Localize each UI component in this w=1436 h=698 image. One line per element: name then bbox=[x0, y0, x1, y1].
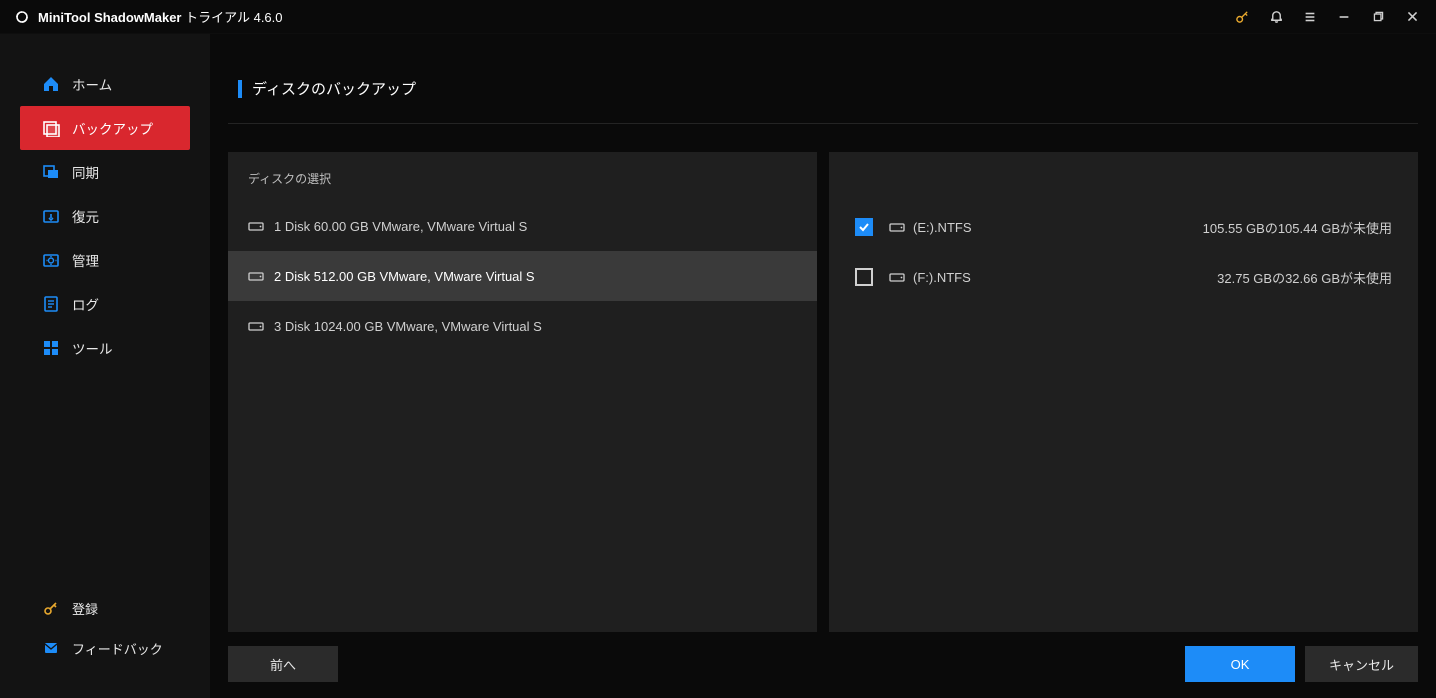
title-bar: MiniTool ShadowMaker トライアル 4.6.0 bbox=[0, 0, 1436, 34]
header-divider bbox=[228, 123, 1418, 124]
app-title-bold: MiniTool ShadowMaker bbox=[38, 10, 182, 25]
sidebar-item-restore[interactable]: 復元 bbox=[20, 194, 190, 238]
partition-checkbox[interactable] bbox=[855, 218, 873, 236]
disk-list-panel: ディスクの選択 1 Disk 60.00 GB VMware, VMware V… bbox=[228, 152, 817, 632]
hard-disk-icon bbox=[889, 271, 905, 283]
sync-icon bbox=[42, 163, 60, 181]
log-icon bbox=[42, 295, 60, 313]
backup-icon bbox=[42, 119, 60, 137]
header-accent-bar bbox=[238, 80, 242, 98]
sidebar-item-sync[interactable]: 同期 bbox=[20, 150, 190, 194]
home-icon bbox=[42, 75, 60, 93]
partition-status: 105.55 GBの105.44 GBが未使用 bbox=[1203, 218, 1392, 237]
sidebar-item-label: ログ bbox=[72, 294, 99, 314]
tools-icon bbox=[42, 339, 60, 357]
restore-icon bbox=[42, 207, 60, 225]
page-header: ディスクのバックアップ bbox=[238, 78, 1418, 99]
disk-row[interactable]: 2 Disk 512.00 GB VMware, VMware Virtual … bbox=[228, 251, 817, 301]
manage-icon bbox=[42, 251, 60, 269]
sidebar-item-backup[interactable]: バックアップ bbox=[20, 106, 190, 150]
footer-bar: 前へ OK キャンセル bbox=[228, 646, 1418, 686]
disk-label: 1 Disk 60.00 GB VMware, VMware Virtual S bbox=[274, 219, 527, 234]
sidebar-item-label: フィードバック bbox=[72, 639, 163, 658]
sidebar-item-label: 復元 bbox=[72, 206, 99, 226]
sidebar-item-log[interactable]: ログ bbox=[20, 282, 190, 326]
partition-row[interactable]: (E:).NTFS 105.55 GBの105.44 GBが未使用 bbox=[829, 202, 1418, 252]
sidebar: ホームバックアップ同期復元管理ログツール 登録フィードバック bbox=[0, 34, 210, 698]
partition-label: (E:).NTFS bbox=[913, 220, 972, 235]
disk-row[interactable]: 3 Disk 1024.00 GB VMware, VMware Virtual… bbox=[228, 301, 817, 351]
register-icon bbox=[42, 599, 60, 617]
cancel-button[interactable]: キャンセル bbox=[1305, 646, 1418, 682]
sidebar-item-label: ホーム bbox=[72, 74, 112, 94]
close-button[interactable] bbox=[1398, 3, 1426, 31]
disk-list-header: ディスクの選択 bbox=[228, 152, 817, 201]
disk-row[interactable]: 1 Disk 60.00 GB VMware, VMware Virtual S bbox=[228, 201, 817, 251]
sidebar-item-label: バックアップ bbox=[72, 118, 153, 138]
partition-status: 32.75 GBの32.66 GBが未使用 bbox=[1217, 268, 1392, 287]
sidebar-item-label: 登録 bbox=[72, 599, 98, 618]
notification-icon[interactable] bbox=[1262, 3, 1290, 31]
sidebar-item-home[interactable]: ホーム bbox=[20, 62, 190, 106]
sidebar-item-tools[interactable]: ツール bbox=[20, 326, 190, 370]
sidebar-item-feedback[interactable]: フィードバック bbox=[20, 628, 190, 668]
menu-icon[interactable] bbox=[1296, 3, 1324, 31]
hard-disk-icon bbox=[248, 270, 264, 282]
content-area: ディスクのバックアップ ディスクの選択 1 Disk 60.00 GB VMwa… bbox=[210, 34, 1436, 698]
hard-disk-icon bbox=[889, 221, 905, 233]
sidebar-item-register[interactable]: 登録 bbox=[20, 588, 190, 628]
ok-button[interactable]: OK bbox=[1185, 646, 1295, 682]
app-logo-icon bbox=[14, 9, 30, 25]
hard-disk-icon bbox=[248, 220, 264, 232]
key-icon[interactable] bbox=[1228, 3, 1256, 31]
partition-row[interactable]: (F:).NTFS 32.75 GBの32.66 GBが未使用 bbox=[829, 252, 1418, 302]
minimize-button[interactable] bbox=[1330, 3, 1358, 31]
sidebar-item-manage[interactable]: 管理 bbox=[20, 238, 190, 282]
feedback-icon bbox=[42, 639, 60, 657]
sidebar-item-label: 同期 bbox=[72, 162, 99, 182]
disk-label: 2 Disk 512.00 GB VMware, VMware Virtual … bbox=[274, 269, 535, 284]
disk-label: 3 Disk 1024.00 GB VMware, VMware Virtual… bbox=[274, 319, 542, 334]
app-title: MiniTool ShadowMaker トライアル 4.6.0 bbox=[38, 7, 283, 26]
partition-list-panel: (E:).NTFS 105.55 GBの105.44 GBが未使用 (F:).NTF… bbox=[829, 152, 1418, 632]
partition-checkbox[interactable] bbox=[855, 268, 873, 286]
back-button[interactable]: 前へ bbox=[228, 646, 338, 682]
hard-disk-icon bbox=[248, 320, 264, 332]
app-title-rest: トライアル 4.6.0 bbox=[182, 10, 283, 25]
partition-label: (F:).NTFS bbox=[913, 270, 971, 285]
sidebar-item-label: 管理 bbox=[72, 250, 99, 270]
sidebar-item-label: ツール bbox=[72, 338, 113, 358]
maximize-button[interactable] bbox=[1364, 3, 1392, 31]
page-title: ディスクのバックアップ bbox=[252, 78, 416, 99]
